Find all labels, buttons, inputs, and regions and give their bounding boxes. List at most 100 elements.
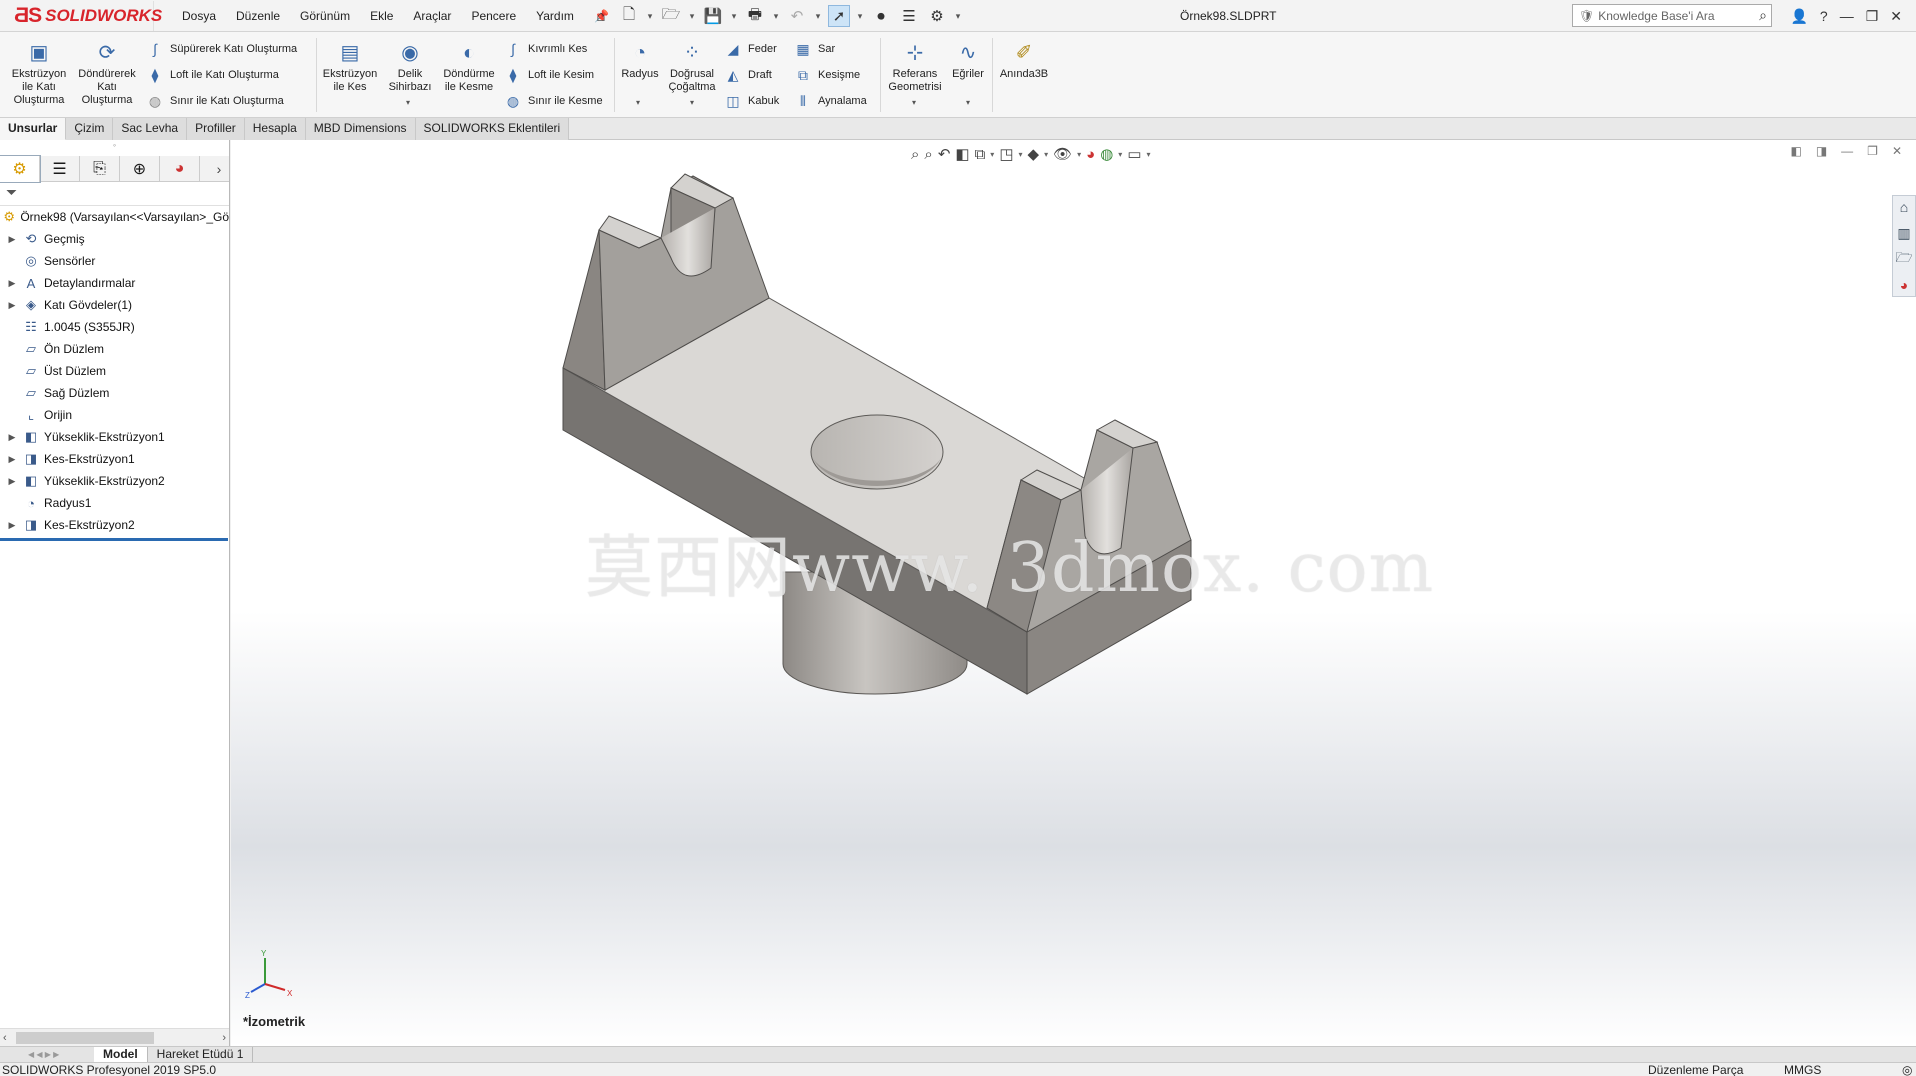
- tree-item[interactable]: ▶ ⟲ Geçmiş: [0, 228, 229, 250]
- tree-item[interactable]: ▶ ◨ Kes-Ekstrüzyon2: [0, 514, 229, 536]
- expand-arrow-icon[interactable]: ▶: [6, 432, 18, 443]
- menu-edit[interactable]: Düzenle: [226, 9, 290, 23]
- tab-profiles[interactable]: Profiller: [187, 118, 245, 140]
- chevron-down-icon[interactable]: ▾: [966, 98, 970, 107]
- tab-mbd-dimensions[interactable]: MBD Dimensions: [305, 118, 416, 140]
- scroll-right-icon[interactable]: ›: [222, 1032, 226, 1044]
- revolve-cut-button[interactable]: ◐ Döndürme ile Kesme: [440, 40, 498, 94]
- expand-arrow-icon[interactable]: ▶: [6, 476, 18, 487]
- chevron-down-icon[interactable]: ▾: [730, 5, 738, 27]
- menu-help[interactable]: Yardım: [526, 9, 584, 23]
- tab-solidworks-addins[interactable]: SOLIDWORKS Eklentileri: [415, 118, 570, 140]
- expand-arrow-icon[interactable]: ▶: [6, 300, 18, 311]
- boundary-cut-button[interactable]: ◍ Sınır ile Kesme: [504, 92, 603, 110]
- status-settings-icon[interactable]: ◎: [1902, 1063, 1912, 1076]
- save-icon[interactable]: 💾: [702, 5, 724, 27]
- rib-button[interactable]: ◢ Feder: [724, 40, 777, 58]
- chevron-right-icon[interactable]: ›: [209, 156, 229, 182]
- instant3d-button[interactable]: ✐ Anında3B: [996, 40, 1052, 81]
- filter-icon[interactable]: ⏷: [0, 182, 229, 206]
- expand-arrow-icon[interactable]: ▶: [6, 278, 18, 289]
- panel-grip[interactable]: ◦: [0, 140, 229, 156]
- tab-model[interactable]: Model: [94, 1046, 148, 1063]
- scroll-thumb[interactable]: [16, 1032, 154, 1044]
- display-manager-tab-icon[interactable]: ◕: [160, 155, 200, 182]
- menu-tools[interactable]: Araçlar: [403, 9, 461, 23]
- tree-item[interactable]: ⌞ Orijin: [0, 404, 229, 426]
- new-document-icon[interactable]: 🗋: [618, 5, 640, 27]
- tab-sketch[interactable]: Çizim: [66, 118, 114, 140]
- menu-window[interactable]: Pencere: [461, 9, 526, 23]
- curves-button[interactable]: ∿ Eğriler: [948, 40, 988, 81]
- chevron-down-icon[interactable]: ▾: [954, 5, 962, 27]
- shell-button[interactable]: ◫ Kabuk: [724, 92, 779, 110]
- tree-item[interactable]: ▱ Sağ Düzlem: [0, 382, 229, 404]
- tab-motion-study[interactable]: Hareket Etüdü 1: [148, 1046, 254, 1063]
- tab-sheet-metal[interactable]: Sac Levha: [113, 118, 188, 140]
- file-properties-icon[interactable]: ☰: [898, 5, 920, 27]
- graphics-area[interactable]: ⌕ ⌕ ↶ ◧ ⧉ ▾ ◳ ▾ ◆ ▾ 👁 ▾ ◕ ◍ ▾ ▭ ▾ ◧ ◨ — …: [231, 140, 1916, 1046]
- print-icon[interactable]: 🖶: [744, 5, 766, 27]
- knowledge-base-search[interactable]: 🛡 Knowledge Base'i Ara ⌕: [1572, 4, 1772, 27]
- boss-extrude-button[interactable]: ▣ Ekstrüzyon ile Katı Oluşturma: [6, 40, 72, 107]
- loft-button[interactable]: ⧫ Loft ile Katı Oluşturma: [146, 66, 279, 84]
- close-icon[interactable]: ✕: [1890, 8, 1902, 25]
- home-icon[interactable]: ⌂: [590, 5, 612, 27]
- tree-item[interactable]: ▶ ◈ Katı Gövdeler(1): [0, 294, 229, 316]
- cut-extrude-button[interactable]: ▤ Ekstrüzyon ile Kes: [320, 40, 380, 94]
- user-icon[interactable]: 👤: [1790, 8, 1807, 25]
- intersect-button[interactable]: ⧉ Kesişme: [794, 66, 860, 84]
- traffic-light-rebuild-icon[interactable]: ⏺: [870, 5, 892, 27]
- property-manager-tab-icon[interactable]: ☰: [40, 155, 80, 182]
- swept-cut-button[interactable]: ∫ Kıvrımlı Kes: [504, 40, 587, 58]
- search-icon[interactable]: ⌕: [1759, 7, 1767, 24]
- tree-item[interactable]: ▶ A Detaylandırmalar: [0, 272, 229, 294]
- tree-item[interactable]: ▶ ◨ Kes-Ekstrüzyon1: [0, 448, 229, 470]
- menu-file[interactable]: Dosya: [172, 9, 226, 23]
- tree-item[interactable]: ▶ ◧ Yükseklik-Ekstrüzyon2: [0, 470, 229, 492]
- chevron-down-icon[interactable]: ▾: [690, 98, 694, 107]
- chevron-down-icon[interactable]: ▾: [406, 98, 410, 107]
- tree-root-part[interactable]: ⚙ Örnek98 (Varsayılan<<Varsayılan>_Gö: [0, 206, 229, 228]
- tab-evaluate[interactable]: Hesapla: [244, 118, 306, 140]
- select-cursor-icon[interactable]: ➚: [828, 5, 850, 27]
- chevron-down-icon[interactable]: ▾: [772, 5, 780, 27]
- expand-arrow-icon[interactable]: ▶: [6, 454, 18, 465]
- undo-icon[interactable]: ↶: [786, 5, 808, 27]
- dimxpert-manager-tab-icon[interactable]: ⊕: [120, 155, 160, 182]
- draft-button[interactable]: ◭ Draft: [724, 66, 772, 84]
- revolve-button[interactable]: ⟳ Döndürerek Katı Oluşturma: [74, 40, 140, 107]
- tab-features[interactable]: Unsurlar: [0, 118, 67, 140]
- chevron-down-icon[interactable]: ▾: [912, 98, 916, 107]
- tree-item[interactable]: ▱ Üst Düzlem: [0, 360, 229, 382]
- expand-arrow-icon[interactable]: ▶: [6, 234, 18, 245]
- menu-view[interactable]: Görünüm: [290, 9, 360, 23]
- feature-manager-tab-icon[interactable]: ⚙: [0, 154, 41, 183]
- chevron-down-icon[interactable]: ▾: [688, 5, 696, 27]
- scroll-left-icon[interactable]: ‹: [3, 1032, 7, 1044]
- loft-cut-button[interactable]: ⧫ Loft ile Kesim: [504, 66, 595, 84]
- tree-item[interactable]: ▱ Ön Düzlem: [0, 338, 229, 360]
- tree-item[interactable]: ◔ Radyus1: [0, 492, 229, 514]
- part-model-3d[interactable]: [231, 140, 1916, 1046]
- help-icon[interactable]: ?: [1820, 8, 1828, 24]
- mirror-button[interactable]: ⫴ Aynalama: [794, 92, 867, 110]
- expand-arrow-icon[interactable]: ▶: [6, 520, 18, 531]
- configuration-manager-tab-icon[interactable]: ⎘: [80, 155, 120, 182]
- sweep-button[interactable]: ∫ Süpürerek Katı Oluşturma: [146, 40, 297, 58]
- reference-geometry-button[interactable]: ⊹ Referans Geometrisi: [884, 40, 946, 94]
- wrap-button[interactable]: ▦ Sar: [794, 40, 835, 58]
- rollback-bar[interactable]: [0, 538, 228, 541]
- boundary-boss-button[interactable]: ◍ Sınır ile Katı Oluşturma: [146, 92, 284, 110]
- solidworks-logo[interactable]: ƋS SOLIDWORKS: [4, 1, 162, 31]
- open-folder-icon[interactable]: 🗁: [660, 5, 682, 27]
- hole-wizard-button[interactable]: ◉ Delik Sihirbazı: [382, 40, 438, 94]
- chevron-down-icon[interactable]: ▾: [814, 5, 822, 27]
- options-gear-icon[interactable]: ⚙: [926, 5, 948, 27]
- minimize-icon[interactable]: —: [1840, 8, 1854, 24]
- unit-system-selector[interactable]: MMGS: [1784, 1063, 1821, 1076]
- chevron-down-icon[interactable]: ▾: [646, 5, 654, 27]
- chevron-down-icon[interactable]: ▾: [856, 5, 864, 27]
- chevron-down-icon[interactable]: ▾: [636, 98, 640, 107]
- restore-icon[interactable]: ❐: [1866, 8, 1879, 25]
